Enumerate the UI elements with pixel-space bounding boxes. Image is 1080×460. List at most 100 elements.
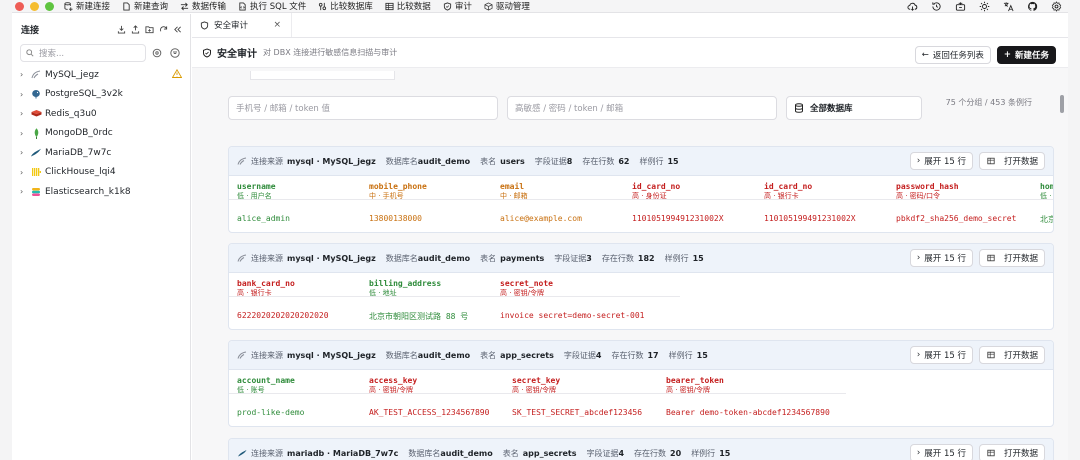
minimize-window-button[interactable] [30, 1, 39, 11]
connection-item-redis[interactable]: › Redis_q3u0 [12, 104, 190, 124]
mariadb-icon [238, 450, 247, 457]
filter-toggle-button[interactable] [150, 46, 164, 60]
connection-search-input[interactable]: 搜索... [20, 44, 146, 62]
sample-value: pbkdf2_sha256_demo_secret [896, 214, 1017, 223]
value-search-input[interactable]: 手机号 / 邮箱 / token 值 [228, 96, 498, 120]
tab-security-audit[interactable]: 安全审计 × [192, 13, 292, 37]
layout-icon[interactable] [955, 1, 966, 12]
column-name: id_card_no [632, 182, 681, 191]
audit-result-card: 连接来源 mariadb · MariaDB_7w7c 数据库名 audit_demo… [228, 438, 1054, 460]
audit-button[interactable]: 审计 [443, 0, 472, 12]
audit-result-card: 连接来源 mysql · MySQL_jegz 数据库名 audit_demo 表名 ap… [228, 340, 1054, 427]
expand-label: 展开 15 行 [924, 157, 966, 167]
card-actions: › 展开 15 行 打开数据 [909, 444, 1045, 460]
app-window: 新建连接 新建查询 数据传输 执行 SQL 文件 比较数据库 比较数据 审计 驱… [12, 0, 1068, 460]
compare-db-icon [319, 2, 327, 10]
chevron-right-icon[interactable]: › [20, 129, 28, 138]
card-header: 连接来源 mysql · MySQL_jegz 数据库名 audit_demo 表名 ap… [229, 341, 1053, 370]
column-name: account_name [237, 376, 295, 385]
sample-value: prod-like-demo [237, 408, 305, 417]
connection-item-mysql[interactable]: › MySQL_jegz [12, 65, 190, 85]
back-to-tasks-button[interactable]: ← 返回任务列表 [914, 46, 991, 64]
connection-item-elasticsearch[interactable]: › Elasticsearch_k1k8 [12, 182, 190, 202]
new-task-button[interactable]: + 新建任务 [996, 46, 1056, 64]
compare-data-button[interactable]: 比较数据 [385, 0, 431, 12]
chevron-right-icon[interactable]: › [20, 148, 28, 157]
settings-icon[interactable] [1051, 1, 1062, 12]
database-select[interactable]: 全部数据库 [786, 96, 922, 120]
collapse-sidebar-icon[interactable] [173, 25, 182, 34]
tab-label: 安全审计 [214, 21, 249, 31]
run-sql-file-button[interactable]: 执行 SQL 文件 [238, 0, 306, 12]
chevron-right-icon[interactable]: › [20, 187, 28, 196]
source-label: 连接来源 [251, 156, 283, 166]
chevron-right-icon[interactable]: › [20, 90, 28, 99]
plus-icon: + [1003, 50, 1011, 60]
card-header: 连接来源 mysql · MySQL_jegz 数据库名 audit_demo 表名 pa… [229, 244, 1053, 273]
dbname-value: audit_demo [417, 350, 471, 360]
sample-count: 15 [667, 156, 679, 166]
new-connection-button[interactable]: 新建连接 [64, 0, 110, 12]
connection-name: MongoDB_0rdc [45, 128, 113, 139]
open-data-button[interactable]: 打开数据 [978, 444, 1045, 460]
open-data-button[interactable]: 打开数据 [978, 249, 1045, 267]
connection-source: mariadb · MariaDB_7w7c [287, 448, 399, 458]
connection-item-clickhouse[interactable]: › ClickHouse_lqi4 [12, 163, 190, 183]
connection-name: MariaDB_7w7c [45, 147, 112, 158]
open-data-button[interactable]: 打开数据 [978, 346, 1045, 364]
database-select-value: 全部数据库 [810, 104, 853, 114]
results-scroll-area[interactable]: 手机号 / 邮箱 / token 值 高敏感 / 密码 / token / 邮箱… [192, 69, 1068, 460]
expand-rows-button[interactable]: › 展开 15 行 [909, 152, 973, 170]
new-connection-label: 新建连接 [76, 2, 111, 12]
expand-rows-button[interactable]: › 展开 15 行 [909, 346, 973, 364]
field-search-placeholder: 高敏感 / 密码 / token / 邮箱 [515, 104, 624, 114]
column-name: home [1040, 182, 1054, 191]
connection-item-postgresql[interactable]: › PostgreSQL_3v2k [12, 85, 190, 105]
chevron-right-icon[interactable]: › [20, 109, 28, 118]
column-name: id_card_no [764, 182, 813, 191]
sort-button[interactable] [168, 46, 182, 60]
file-code-icon [239, 1, 246, 11]
import-icon[interactable] [117, 25, 126, 34]
connection-item-mongodb[interactable]: › MongoDB_0rdc [12, 124, 190, 144]
rows-label: 存在行数 [582, 156, 615, 166]
scrollbar-thumb[interactable] [1060, 95, 1064, 113]
card-actions: › 展开 15 行 打开数据 [909, 249, 1045, 267]
history-icon[interactable] [931, 1, 942, 12]
result-stats: 75 个分组 / 453 条例行 [945, 98, 1032, 107]
evidence-count: 4 [595, 350, 602, 360]
sample-value: 110105199491231002X [764, 214, 856, 223]
refresh-icon[interactable] [159, 25, 168, 34]
chevron-right-icon[interactable]: › [20, 70, 28, 79]
github-icon[interactable] [1027, 1, 1038, 12]
redis-icon [30, 109, 42, 119]
sidebar-search-row: 搜索... [20, 44, 182, 62]
export-icon[interactable] [131, 24, 140, 34]
expand-rows-button[interactable]: › 展开 15 行 [909, 249, 973, 267]
translate-icon[interactable] [1003, 1, 1014, 12]
sample-value: alice_admin [237, 214, 290, 223]
dbname-label: 数据库名 [408, 448, 441, 458]
field-search-input[interactable]: 高敏感 / 密码 / token / 邮箱 [507, 96, 777, 120]
sample-value: Bearer demo-token-abcdef1234567890 [666, 408, 830, 417]
table-value: app_secrets [522, 448, 577, 458]
driver-manager-button[interactable]: 驱动管理 [484, 0, 530, 12]
zoom-window-button[interactable] [45, 1, 54, 11]
open-data-label: 打开数据 [1003, 157, 1038, 167]
open-data-button[interactable]: 打开数据 [978, 152, 1045, 170]
expand-rows-button[interactable]: › 展开 15 行 [909, 444, 973, 460]
chevron-right-icon[interactable]: › [20, 168, 28, 177]
database-icon [795, 103, 803, 113]
connection-item-mariadb[interactable]: › MariaDB_7w7c [12, 143, 190, 163]
main-panel: 安全审计 × 安全审计 对 DBX 连接进行敏感信息扫描与审计 ← 返回任务列表… [192, 13, 1068, 460]
compare-db-button[interactable]: 比较数据库 [318, 0, 373, 12]
sun-icon[interactable] [979, 1, 990, 12]
cloud-sync-icon[interactable] [907, 1, 918, 12]
new-folder-icon[interactable] [145, 25, 154, 34]
close-window-button[interactable] [15, 1, 24, 11]
data-transfer-button[interactable]: 数据传输 [180, 0, 226, 12]
close-tab-icon[interactable]: × [273, 20, 281, 30]
evidence-count: 4 [618, 448, 625, 458]
mysql-icon [237, 157, 247, 165]
new-query-button[interactable]: 新建查询 [122, 0, 168, 12]
